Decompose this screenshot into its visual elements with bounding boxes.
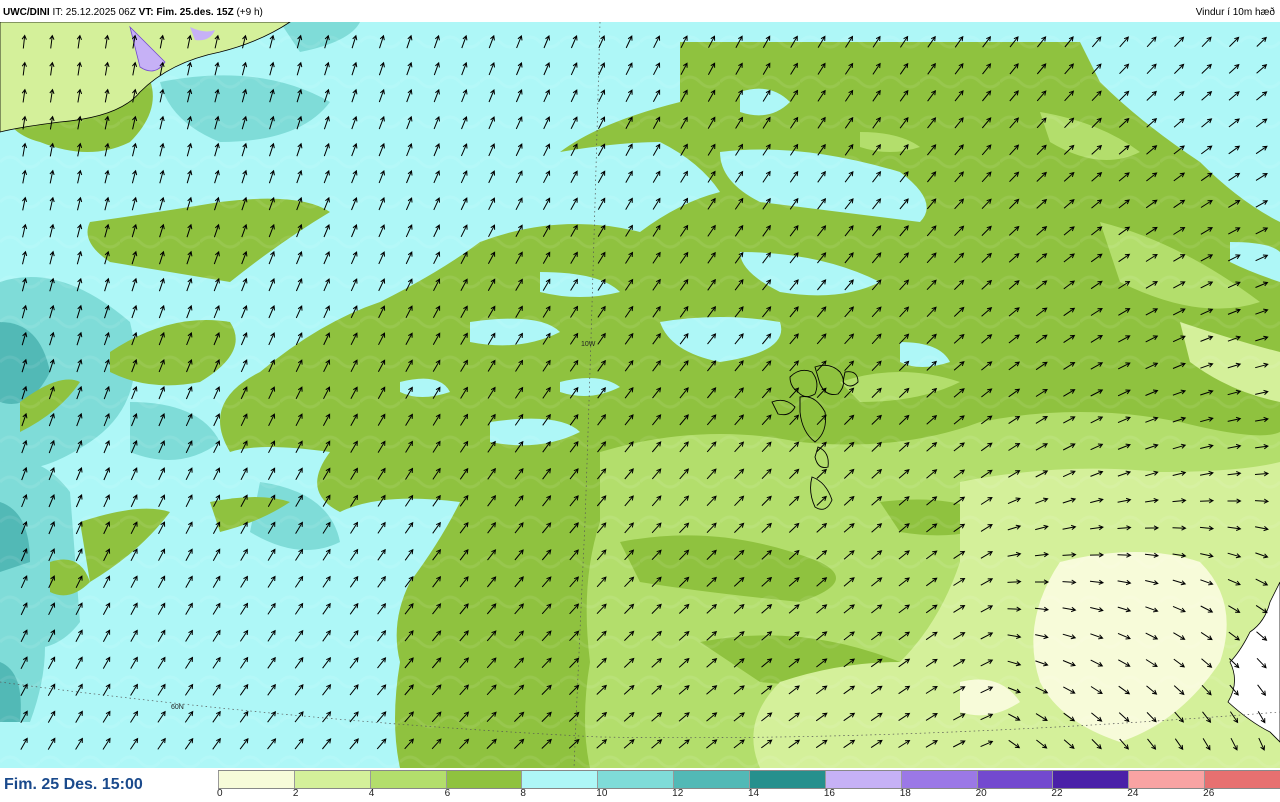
legend-swatch: [369, 771, 446, 788]
model-name: UWC/DINI: [3, 7, 50, 18]
legend-swatch: [673, 771, 750, 788]
legend-swatch: [1204, 771, 1280, 788]
legend-tick-label: 8: [520, 788, 526, 799]
legend-tick-label: 6: [444, 788, 451, 799]
legend-tick-label: 10: [596, 788, 608, 799]
latitude-label: 60N: [171, 704, 184, 711]
legend-tick-label: 16: [823, 788, 835, 799]
legend-swatch: [749, 771, 825, 788]
legend-swatch: [1052, 771, 1129, 788]
legend-tick-label: 26: [1203, 788, 1215, 799]
issue-label: IT:: [52, 7, 64, 18]
run-info: UWC/DINI IT: 25.12.2025 06Z VT: Fim. 25.…: [3, 7, 263, 18]
map-header: UWC/DINI IT: 25.12.2025 06Z VT: Fim. 25.…: [0, 0, 1280, 22]
legend-swatch: [445, 771, 522, 788]
legend-tick-label: 12: [672, 788, 684, 799]
legend-ticks: 0 2 4 6 8 10 12 14 16 18 20 22 24 26: [217, 788, 1280, 800]
map-footer: Fim. 25 Des. 15:00 0 2 4 6 8 10 12 14 16 18 20 22 24…: [0, 768, 1280, 802]
legend-swatch: [521, 771, 598, 788]
legend-swatch: [824, 771, 901, 788]
legend-swatch: [293, 771, 370, 788]
lead-time: (+9 h): [236, 7, 263, 18]
legend-swatch: [597, 771, 674, 788]
legend-tick-label: 14: [748, 788, 760, 799]
wind-map[interactable]: 10W 60N: [0, 22, 1280, 768]
product-name: Vindur í 10m hæð: [1195, 7, 1275, 18]
legend-swatch: [1128, 771, 1205, 788]
legend-tick-label: 4: [368, 788, 375, 799]
legend-swatch: [976, 771, 1053, 788]
valid-time-label: Fim. 25 Des. 15:00: [4, 776, 143, 793]
legend-tick-label: 24: [1127, 788, 1139, 799]
color-legend: [218, 770, 1280, 789]
legend-swatch: [218, 771, 294, 788]
valid-time: Fim. 25.des. 15Z: [156, 7, 234, 18]
legend-tick-label: 0: [217, 788, 223, 799]
legend-tick-label: 18: [899, 788, 911, 799]
wind-speed-field: 10W 60N: [0, 22, 1280, 768]
legend-tick-label: 20: [975, 788, 987, 799]
longitude-label: 10W: [581, 341, 596, 348]
issue-time: 25.12.2025 06Z: [65, 7, 136, 18]
legend-tick-label: 22: [1051, 788, 1063, 799]
legend-swatch: [900, 771, 977, 788]
legend-tick-label: 2: [292, 788, 299, 799]
valid-label: VT:: [138, 7, 154, 18]
